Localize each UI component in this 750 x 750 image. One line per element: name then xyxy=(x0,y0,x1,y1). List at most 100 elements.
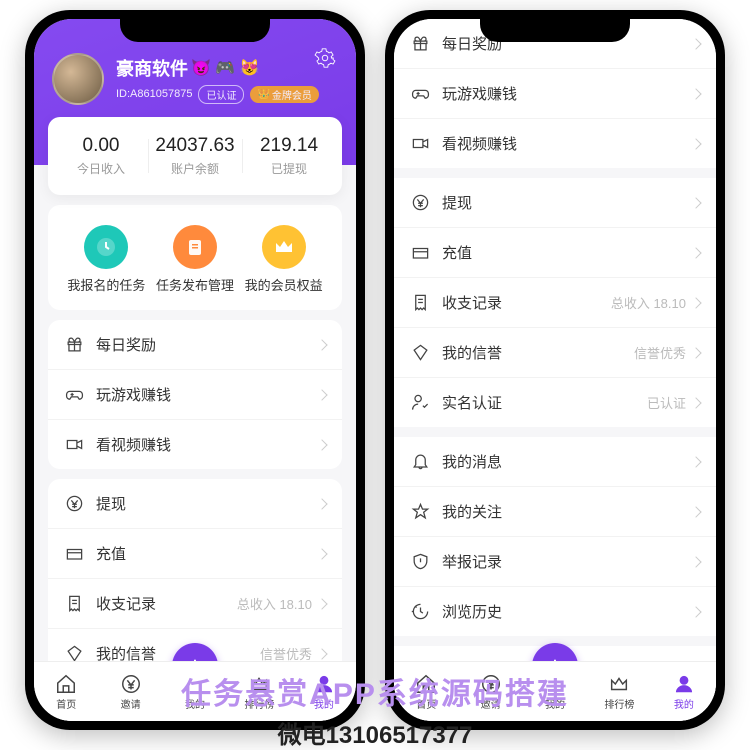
row-label: 看视频赚钱 xyxy=(442,133,692,154)
menu-group-b-r: 提现 充值 收支记录 总收入 18.10 我的信誉 信誉优秀 实名认证 已认证 xyxy=(394,178,716,427)
shield-icon xyxy=(410,552,430,572)
chevron-right-icon xyxy=(690,556,701,567)
balance-label: 已提现 xyxy=(242,160,336,177)
quick-actions: 我报名的任务 任务发布管理 我的会员权益 xyxy=(48,205,342,310)
row-label: 我的消息 xyxy=(442,451,692,472)
nav-排行榜[interactable]: 排行榜 xyxy=(227,673,291,711)
balance-label: 今日收入 xyxy=(54,160,148,177)
action-folder[interactable]: 任务发布管理 xyxy=(156,225,234,294)
menu-row-card[interactable]: 充值 xyxy=(48,529,342,579)
receipt-icon xyxy=(64,594,84,614)
chevron-right-icon xyxy=(316,548,327,559)
menu-row-user-check[interactable]: 实名认证 已认证 xyxy=(394,378,716,427)
nav-我的[interactable]: 我的 xyxy=(292,673,356,711)
screen-left: 豪商软件 😈 🎮 😻 ID:A861057875 已认证 👑 金牌会员 0.00… xyxy=(34,19,356,721)
nav-邀请[interactable]: 邀请 xyxy=(98,673,162,711)
bottom-nav-right: 首页 邀请 我的 排行榜 我的 xyxy=(394,661,716,721)
nav-首页[interactable]: 首页 xyxy=(34,673,98,711)
receipt-icon xyxy=(410,293,430,313)
nav-我的[interactable]: 我的 xyxy=(652,673,716,711)
row-extra: 信誉优秀 xyxy=(634,343,686,362)
row-label: 每日奖励 xyxy=(96,334,318,355)
menu-row-shield[interactable]: 举报记录 xyxy=(394,537,716,587)
nav-邀请[interactable]: 邀请 xyxy=(458,673,522,711)
chevron-right-icon xyxy=(690,38,701,49)
chevron-right-icon xyxy=(316,598,327,609)
row-label: 举报记录 xyxy=(442,551,692,572)
menu-row-video[interactable]: 看视频赚钱 xyxy=(394,119,716,168)
avatar[interactable] xyxy=(52,53,104,105)
gamepad-icon xyxy=(64,385,84,405)
menu-row-yen[interactable]: 提现 xyxy=(48,479,342,529)
menu-row-diamond[interactable]: 我的信誉 信誉优秀 xyxy=(394,328,716,378)
notch xyxy=(120,18,270,42)
action-clock[interactable]: 我报名的任务 xyxy=(67,225,145,294)
nav-排行榜[interactable]: 排行榜 xyxy=(587,673,651,711)
chevron-right-icon xyxy=(690,88,701,99)
menu-row-gift[interactable]: 每日奖励 xyxy=(48,320,342,370)
menu-row-video[interactable]: 看视频赚钱 xyxy=(48,420,342,469)
phone-left: 豪商软件 😈 🎮 😻 ID:A861057875 已认证 👑 金牌会员 0.00… xyxy=(25,10,365,730)
chevron-right-icon xyxy=(316,439,327,450)
yen-icon xyxy=(64,494,84,514)
chevron-right-icon xyxy=(690,297,701,308)
balance-item-2[interactable]: 219.14 已提现 xyxy=(242,135,336,177)
balance-item-1[interactable]: 24037.63 账户余额 xyxy=(148,135,242,177)
menu-row-gamepad[interactable]: 玩游戏赚钱 xyxy=(394,69,716,119)
row-label: 浏览历史 xyxy=(442,601,692,622)
user-emojis: 😈 🎮 😻 xyxy=(191,58,260,78)
chevron-right-icon xyxy=(690,347,701,358)
menu-row-bell[interactable]: 我的消息 xyxy=(394,437,716,487)
menu-row-card[interactable]: 充值 xyxy=(394,228,716,278)
settings-icon[interactable] xyxy=(314,47,336,69)
username[interactable]: 豪商软件 xyxy=(116,55,188,81)
yen-icon xyxy=(120,673,142,695)
screen-right: 每日奖励 玩游戏赚钱 看视频赚钱 提现 充值 收支记录 xyxy=(394,19,716,721)
action-label: 我报名的任务 xyxy=(67,275,145,294)
action-label: 任务发布管理 xyxy=(156,275,234,294)
row-label: 收支记录 xyxy=(96,593,237,614)
balance-value: 0.00 xyxy=(54,135,148,157)
menu-group-c-r: 我的消息 我的关注 举报记录 浏览历史 xyxy=(394,437,716,636)
chevron-right-icon xyxy=(316,339,327,350)
menu-group-a: 每日奖励 玩游戏赚钱 看视频赚钱 xyxy=(48,320,342,469)
clock-icon xyxy=(84,225,128,269)
row-label: 玩游戏赚钱 xyxy=(96,384,318,405)
action-label: 我的会员权益 xyxy=(245,275,323,294)
card-icon xyxy=(410,243,430,263)
chevron-right-icon xyxy=(690,247,701,258)
row-label: 提现 xyxy=(96,493,318,514)
menu-row-star[interactable]: 我的关注 xyxy=(394,487,716,537)
nav-我的[interactable]: 我的 xyxy=(523,673,587,711)
chevron-right-icon xyxy=(690,456,701,467)
video-icon xyxy=(64,435,84,455)
menu-row-receipt[interactable]: 收支记录 总收入 18.10 xyxy=(394,278,716,328)
home-icon xyxy=(415,673,437,695)
history-icon xyxy=(410,602,430,622)
row-label: 提现 xyxy=(442,192,692,213)
user-id: ID:A861057875 xyxy=(116,88,192,100)
menu-row-gamepad[interactable]: 玩游戏赚钱 xyxy=(48,370,342,420)
balance-item-0[interactable]: 0.00 今日收入 xyxy=(54,135,148,177)
menu-row-history[interactable]: 浏览历史 xyxy=(394,587,716,636)
plus-icon xyxy=(184,673,206,695)
gift-icon xyxy=(64,335,84,355)
menu-row-receipt[interactable]: 收支记录 总收入 18.10 xyxy=(48,579,342,629)
user-icon xyxy=(673,673,695,695)
row-extra: 已认证 xyxy=(647,393,686,412)
yen-icon xyxy=(480,673,502,695)
row-label: 充值 xyxy=(442,242,692,263)
row-extra: 总收入 18.10 xyxy=(237,594,312,613)
nav-我的[interactable]: 我的 xyxy=(163,673,227,711)
chevron-right-icon xyxy=(316,498,327,509)
chevron-right-icon xyxy=(690,197,701,208)
gift-icon xyxy=(410,34,430,54)
action-crown[interactable]: 我的会员权益 xyxy=(245,225,323,294)
chevron-right-icon xyxy=(690,397,701,408)
menu-row-yen[interactable]: 提现 xyxy=(394,178,716,228)
verified-badge: 已认证 xyxy=(198,85,244,104)
nav-首页[interactable]: 首页 xyxy=(394,673,458,711)
row-label: 看视频赚钱 xyxy=(96,434,318,455)
chevron-right-icon xyxy=(690,138,701,149)
crown-icon xyxy=(608,673,630,695)
